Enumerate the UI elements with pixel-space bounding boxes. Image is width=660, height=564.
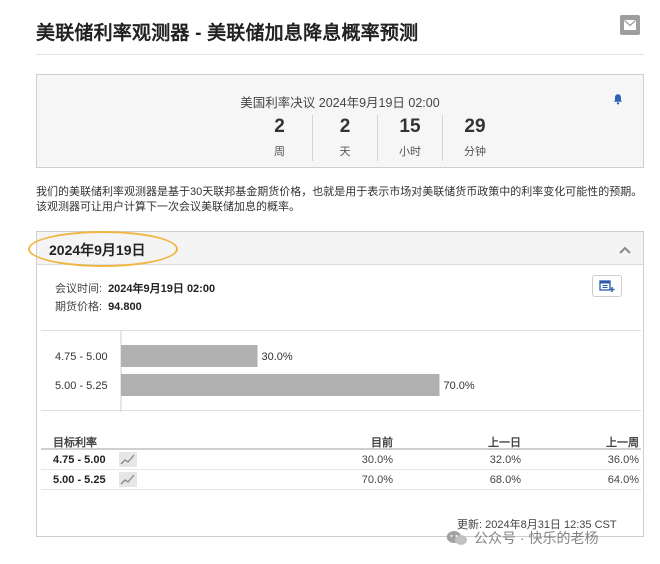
countdown-box: 美国利率决议 2024年9月19日 02:00 2 周 2 天 15 小时 29… [36, 74, 644, 168]
row-rate: 5.00 - 5.25 [53, 474, 106, 486]
wechat-icon [446, 531, 467, 545]
mail-icon[interactable] [620, 15, 640, 35]
page-title: 美联储利率观测器 - 美联储加息降息概率预测 [36, 23, 419, 44]
bell-icon[interactable] [612, 92, 624, 105]
row-prev-day: 68.0% [489, 474, 521, 486]
table-header: 目标利率 目前 上一日 上一周 [41, 430, 641, 450]
bar [121, 374, 440, 396]
header-current: 目前 [371, 437, 393, 449]
table-row: 5.00 - 5.25 70.0% 68.0% 64.0% [41, 470, 641, 490]
row-current: 70.0% [361, 474, 393, 486]
countdown-label: 美国利率决议 2024年9月19日 02:00 [240, 96, 440, 110]
row-rate: 4.75 - 5.00 [53, 454, 106, 466]
table-row: 4.75 - 5.00 30.0% 32.0% 36.0% [41, 450, 641, 470]
watermark-text: 公众号 · 快乐的老杨 [474, 530, 599, 546]
header-prev-day: 上一日 [488, 437, 521, 449]
trend-chart-icon[interactable] [119, 452, 137, 467]
futures-price-value: 94.800 [108, 301, 142, 313]
row-prev-week: 36.0% [607, 454, 639, 466]
meeting-panel-header[interactable]: 2024年9月19日 [28, 231, 643, 267]
meeting-time-row: 会议时间: 2024年9月19日 02:00 [55, 280, 215, 296]
header-prev-week: 上一周 [606, 437, 639, 449]
trend-chart-icon[interactable] [119, 472, 137, 487]
description-text: 我们的美联储利率观测器是基于30天联邦基金期货价格，也就是用于表示市场对美联储货… [36, 186, 643, 213]
bar-value-label: 70.0% [444, 380, 475, 392]
title-divider [36, 54, 644, 55]
countdown-minutes: 29 分钟 [442, 115, 507, 161]
calendar-add-icon[interactable] [592, 275, 622, 297]
header-target-rate: 目标利率 [53, 437, 97, 449]
highlight-circle [28, 231, 178, 267]
meeting-time-label: 会议时间: [55, 283, 103, 295]
countdown-weeks: 2 周 [274, 116, 285, 158]
futures-price-row: 期货价格: 94.800 [55, 298, 142, 314]
bar-category-label: 5.00 - 5.25 [55, 380, 108, 392]
chevron-up-icon[interactable] [618, 242, 632, 254]
watermark: 公众号 · 快乐的老杨 [446, 528, 598, 548]
probability-table: 目标利率 目前 上一日 上一周 4.75 - 5.00 30.0% 32.0% … [41, 430, 641, 490]
meeting-time-value: 2024年9月19日 02:00 [108, 283, 216, 295]
countdown-days: 2 天 [312, 115, 377, 161]
bar-value-label: 30.0% [262, 351, 293, 363]
row-current: 30.0% [361, 454, 393, 466]
countdown-hours: 15 小时 [377, 115, 442, 161]
futures-price-label: 期货价格: [55, 301, 103, 313]
probability-chart-svg: 4.75 - 5.00 30.0% 5.00 - 5.25 70.0% [55, 331, 475, 412]
probability-chart: 4.75 - 5.00 30.0% 5.00 - 5.25 70.0% [41, 330, 641, 412]
row-prev-day: 32.0% [489, 454, 521, 466]
row-prev-week: 64.0% [607, 474, 639, 486]
meeting-panel: 2024年9月19日 会议时间: 2024年9月19日 02:00 期货价格: 94… [28, 231, 644, 537]
bar [121, 345, 258, 367]
countdown-units: 2 周 2 天 15 小时 29 分钟 [247, 115, 507, 161]
bar-category-label: 4.75 - 5.00 [55, 351, 108, 363]
